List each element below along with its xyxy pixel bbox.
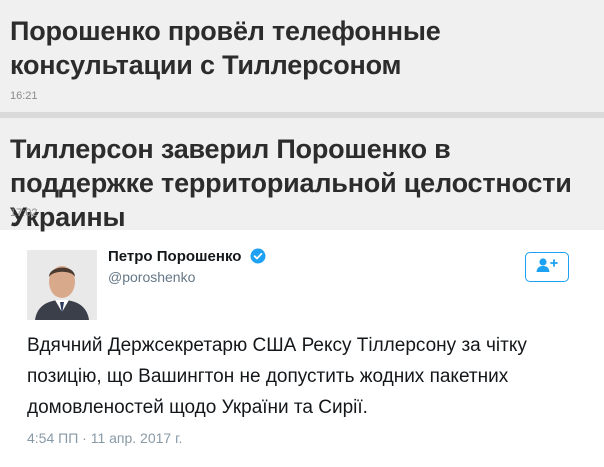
- news-item[interactable]: Тиллерсон заверил Порошенко в поддержке …: [0, 118, 604, 232]
- news-timestamp: 16:21: [10, 90, 38, 102]
- avatar[interactable]: [27, 250, 97, 320]
- verified-badge-icon: [250, 248, 266, 268]
- tweet-text: Вдячний Держсекретарю США Рексу Тіллерсо…: [27, 335, 527, 418]
- news-timestamp: 17:02: [10, 207, 38, 219]
- author-handle[interactable]: @poroshenko: [108, 269, 195, 285]
- news-headline[interactable]: Порошенко провёл телефонные консультации…: [10, 14, 598, 82]
- author-name-text[interactable]: Петро Порошенко: [108, 248, 241, 265]
- follow-button[interactable]: [525, 252, 569, 282]
- news-headline[interactable]: Тиллерсон заверил Порошенко в поддержке …: [10, 132, 598, 234]
- follow-user-icon: [535, 257, 559, 278]
- tweet-timestamp[interactable]: 4:54 ПП · 11 апр. 2017 г.: [27, 430, 182, 446]
- author-name[interactable]: Петро Порошенко: [108, 248, 266, 268]
- embedded-tweet: Петро Порошенко @poroshenko Вдячний Держ…: [0, 232, 604, 467]
- news-item[interactable]: Порошенко провёл телефонные консультации…: [0, 0, 604, 112]
